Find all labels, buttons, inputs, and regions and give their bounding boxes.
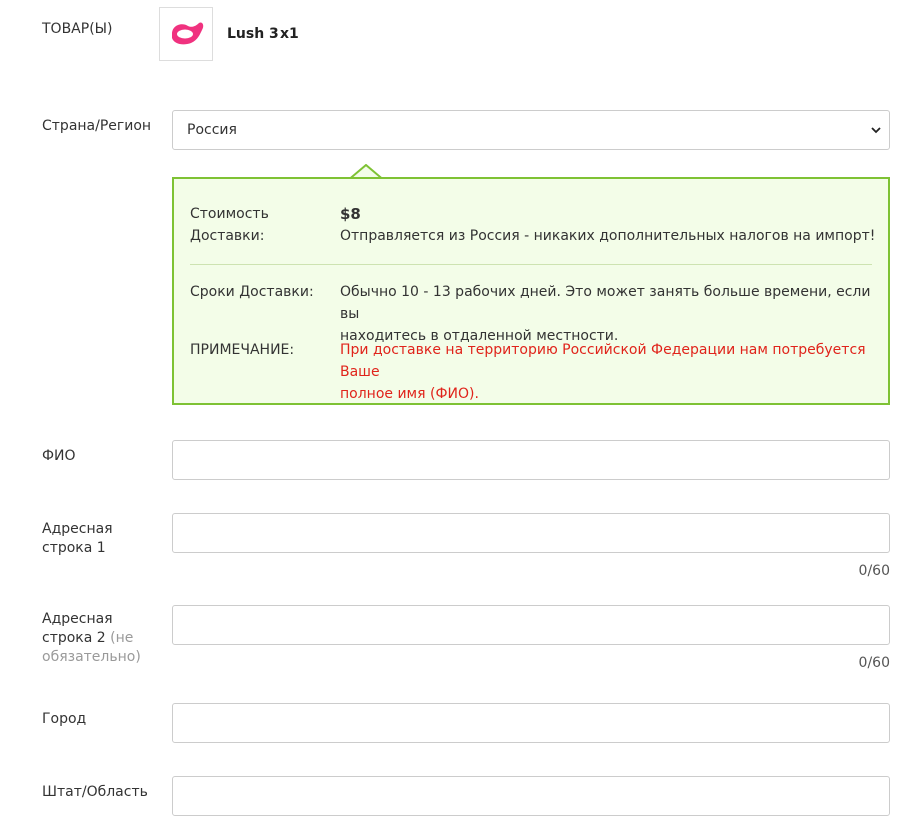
address2-label: Адресная строка 2 (не обязательно) — [42, 610, 152, 667]
full-name-label: ФИО — [42, 448, 76, 464]
address2-label-line2: строка 2 — [42, 630, 106, 646]
country-label: Страна/Регион — [42, 118, 152, 134]
chevron-down-icon — [871, 127, 881, 134]
note-line2: полное имя (ФИО). — [340, 386, 479, 402]
shipping-info-box: Стоимость Доставки: $8 Отправляется из Р… — [172, 177, 890, 405]
lush-product-icon — [172, 22, 204, 45]
address1-label-line1: Адресная — [42, 521, 113, 537]
country-select[interactable]: Россия — [172, 110, 890, 150]
city-input[interactable] — [172, 703, 890, 743]
delivery-time-label: Сроки Доставки: — [190, 284, 314, 300]
shipping-cost-label-line1: Стоимость — [190, 206, 269, 222]
product-thumbnail[interactable] — [159, 7, 213, 61]
shipping-divider — [190, 264, 872, 265]
shipping-cost-label: Стоимость Доставки: — [190, 203, 320, 247]
address1-label-line2: строка 1 — [42, 540, 106, 556]
product-quantity: x1 — [280, 26, 299, 42]
address1-input[interactable] — [172, 513, 890, 553]
city-label: Город — [42, 711, 87, 727]
address2-label-line1: Адресная — [42, 611, 113, 627]
shipping-cost-label-line2: Доставки: — [190, 228, 265, 244]
state-input[interactable] — [172, 776, 890, 816]
address2-optional-line1: (не — [110, 630, 134, 646]
shipping-origin-note: Отправляется из Россия - никаких дополни… — [340, 228, 876, 244]
shipping-price: $8 — [340, 205, 361, 223]
products-label: ТОВАР(Ы) — [42, 21, 113, 37]
address2-input[interactable] — [172, 605, 890, 645]
country-selected-value: Россия — [187, 122, 237, 138]
address2-optional-line2: обязательно) — [42, 649, 141, 665]
note-label: ПРИМЕЧАНИЕ: — [190, 342, 295, 358]
note-line1: При доставке на территорию Российской Фе… — [340, 342, 866, 380]
address1-label: Адресная строка 1 — [42, 520, 152, 558]
delivery-time-line1: Обычно 10 - 13 рабочих дней. Это может з… — [340, 284, 871, 322]
address1-char-counter: 0/60 — [858, 563, 890, 579]
full-name-input[interactable] — [172, 440, 890, 480]
address2-char-counter: 0/60 — [858, 655, 890, 671]
state-label: Штат/Область — [42, 784, 148, 800]
product-name: Lush 3 — [227, 26, 279, 42]
